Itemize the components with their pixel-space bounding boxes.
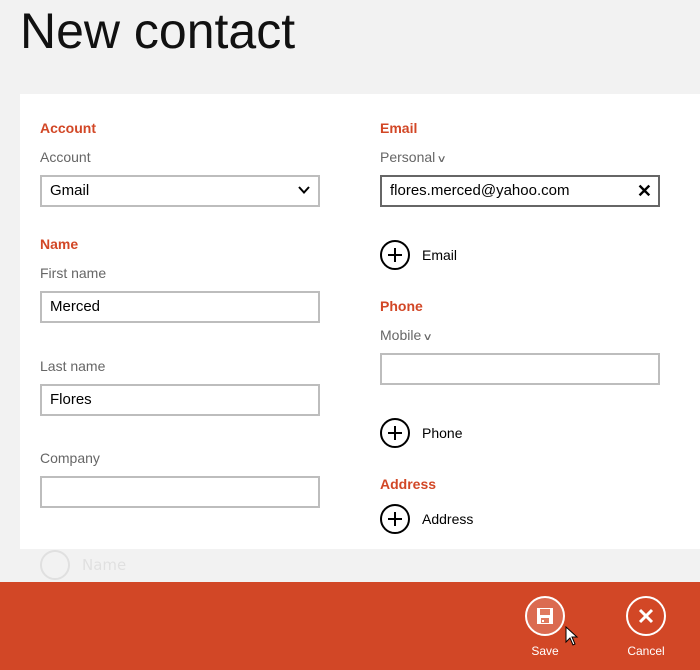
save-label: Save — [531, 644, 559, 658]
ghost-add-name: Name — [40, 550, 126, 580]
section-phone: Phone — [380, 298, 423, 314]
mouse-cursor-icon — [565, 626, 579, 646]
plus-circle-icon — [380, 504, 410, 534]
company-label: Company — [40, 450, 100, 466]
chevron-down-icon: ∨ — [422, 332, 434, 343]
add-phone-label: Phone — [422, 425, 463, 441]
add-email-label: Email — [422, 247, 458, 263]
chevron-down-icon — [298, 186, 310, 194]
section-account: Account — [40, 120, 96, 136]
account-select[interactable]: Gmail — [40, 175, 320, 207]
chevron-down-icon: ∨ — [436, 154, 448, 165]
add-email-button[interactable]: Email — [380, 240, 457, 270]
email-type-dropdown[interactable]: Personal ∨ — [380, 149, 448, 165]
first-name-label: First name — [40, 265, 107, 281]
email-type-label: Personal — [380, 149, 436, 165]
phone-field[interactable] — [380, 353, 660, 385]
phone-type-label: Mobile — [380, 327, 422, 343]
first-name-value: Merced — [50, 298, 101, 315]
company-field[interactable] — [40, 476, 320, 508]
phone-type-dropdown[interactable]: Mobile ∨ — [380, 327, 434, 343]
last-name-field[interactable]: Flores — [40, 384, 320, 416]
add-address-label: Address — [422, 511, 474, 527]
plus-circle-icon — [380, 418, 410, 448]
email-value: flores.merced@yahoo.com — [390, 182, 570, 199]
cancel-label: Cancel — [627, 644, 665, 658]
section-name: Name — [40, 236, 79, 252]
first-name-field[interactable]: Merced — [40, 291, 320, 323]
plus-circle-icon — [40, 550, 70, 580]
close-icon — [626, 596, 666, 636]
page-title: New contact — [20, 3, 296, 59]
plus-circle-icon — [380, 240, 410, 270]
ghost-label: Name — [82, 556, 127, 574]
save-icon — [525, 596, 565, 636]
section-address: Address — [380, 476, 437, 492]
cancel-button[interactable]: Cancel — [616, 596, 676, 658]
clear-icon[interactable]: ✕ — [637, 177, 652, 205]
last-name-label: Last name — [40, 358, 106, 374]
account-label: Account — [40, 149, 91, 165]
email-field[interactable]: flores.merced@yahoo.com ✕ — [380, 175, 660, 207]
add-address-button[interactable]: Address — [380, 504, 473, 534]
app-bar: Save Cancel — [0, 582, 700, 670]
add-phone-button[interactable]: Phone — [380, 418, 462, 448]
account-selected-value: Gmail — [50, 182, 90, 199]
section-email: Email — [380, 120, 418, 136]
last-name-value: Flores — [50, 391, 92, 408]
